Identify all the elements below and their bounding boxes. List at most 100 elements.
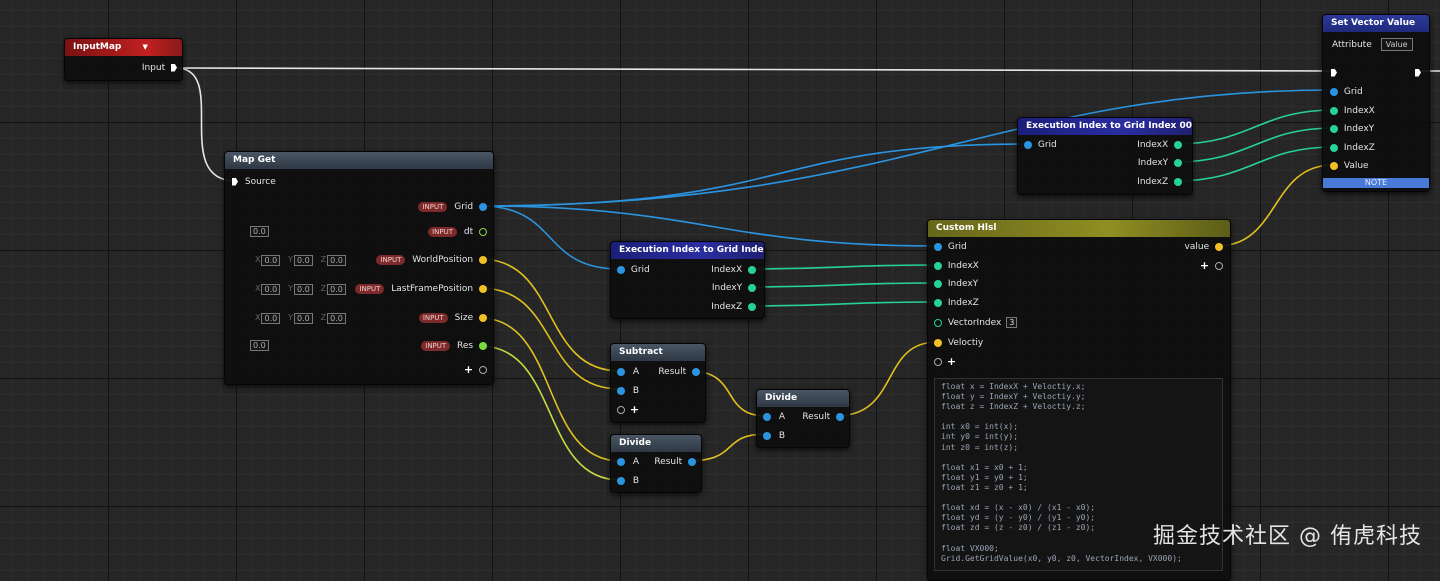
- int-pin-icon[interactable]: [934, 318, 942, 327]
- last-pos-y-field[interactable]: 0.0: [293, 283, 313, 295]
- float3-pin-icon[interactable]: [617, 386, 625, 395]
- map-get-out-last-pos[interactable]: INPUT LastFramePosition: [355, 283, 487, 295]
- int-pin-icon[interactable]: [1174, 158, 1182, 167]
- divide-b-header[interactable]: Divide: [757, 390, 849, 407]
- last-pos-z-field[interactable]: 0.0: [327, 283, 346, 295]
- int-pin-icon[interactable]: [748, 302, 756, 311]
- subtract-in-b[interactable]: B: [617, 385, 639, 397]
- exec-index-a-out-x[interactable]: IndexX: [711, 264, 756, 276]
- exec-index-a-out-y[interactable]: IndexY: [712, 282, 756, 294]
- node-subtract[interactable]: Subtract A Result B +: [610, 343, 706, 423]
- custom-hlsl-in-z[interactable]: IndexZ: [934, 297, 979, 309]
- plus-icon[interactable]: +: [630, 403, 639, 416]
- input-map-out-pin[interactable]: Input: [142, 62, 177, 74]
- custom-hlsl-header[interactable]: Custom Hlsl: [928, 220, 1230, 237]
- custom-hlsl-add-output[interactable]: +: [1200, 260, 1223, 273]
- float3-pin-icon[interactable]: [763, 431, 771, 440]
- last-pos-x-field[interactable]: 0.0: [261, 283, 281, 295]
- custom-hlsl-in-vector-index[interactable]: VectorIndex 3: [934, 317, 1018, 329]
- exec-index-a-in-grid[interactable]: Grid: [617, 264, 650, 276]
- exec-pin-icon[interactable]: [1331, 68, 1337, 77]
- map-get-add-pin[interactable]: +: [464, 364, 487, 377]
- vector-pin-icon[interactable]: [617, 265, 625, 274]
- set-vector-header[interactable]: Set Vector Value: [1323, 15, 1429, 32]
- exec-index-b-in-grid[interactable]: Grid: [1024, 139, 1057, 151]
- int-pin-icon[interactable]: [934, 298, 942, 307]
- int-pin-icon[interactable]: [1330, 124, 1338, 133]
- float3-pin-icon[interactable]: [617, 476, 625, 485]
- map-get-source-pin[interactable]: Source: [232, 176, 276, 188]
- set-vector-exec-out[interactable]: [1415, 67, 1421, 79]
- map-get-size-default[interactable]: X 0.0 Y 0.0 Z 0.0: [250, 312, 346, 325]
- world-pos-x-field[interactable]: 0.0: [261, 254, 281, 266]
- exec-index-b-out-z[interactable]: IndexZ: [1137, 176, 1182, 188]
- map-get-world-pos-default[interactable]: X 0.0 Y 0.0 Z 0.0: [250, 254, 346, 267]
- node-set-vector-value[interactable]: Set Vector Value Attribute Value Grid In…: [1322, 14, 1430, 192]
- float3-pin-icon[interactable]: [1330, 161, 1338, 170]
- set-vector-in-value[interactable]: Value: [1330, 160, 1369, 172]
- divide-a-header[interactable]: Divide: [611, 435, 701, 452]
- node-exec-index-a[interactable]: Execution Index to Grid Index Grid Index…: [610, 241, 765, 319]
- custom-hlsl-in-x[interactable]: IndexX: [934, 260, 979, 272]
- map-get-out-res[interactable]: INPUT Res: [421, 340, 487, 352]
- size-z-field[interactable]: 0.0: [327, 312, 346, 324]
- res-value-field[interactable]: 0.0: [250, 340, 269, 351]
- set-vector-in-grid[interactable]: Grid: [1330, 86, 1363, 98]
- vector-pin-icon[interactable]: [1024, 140, 1032, 149]
- divide-a-in-a[interactable]: A: [617, 456, 639, 468]
- int-pin-icon[interactable]: [1330, 143, 1338, 152]
- node-divide-a[interactable]: Divide A Result B: [610, 434, 702, 493]
- float3-pin-icon[interactable]: [692, 367, 700, 376]
- exec-pin-icon[interactable]: [232, 177, 238, 186]
- exec-pin-icon[interactable]: [171, 63, 177, 72]
- world-pos-z-field[interactable]: 0.0: [327, 254, 346, 266]
- vector-pin-icon[interactable]: [479, 202, 487, 211]
- chevron-down-icon[interactable]: ▼: [143, 43, 148, 51]
- int-pin-icon[interactable]: [748, 265, 756, 274]
- node-input-map[interactable]: InputMap ▼ Input: [64, 38, 183, 81]
- map-get-out-grid[interactable]: INPUT Grid: [418, 201, 487, 213]
- int-pin-icon[interactable]: [748, 283, 756, 292]
- dt-value-field[interactable]: 0.0: [250, 226, 269, 237]
- add-pin-icon[interactable]: [934, 358, 942, 366]
- node-exec-index-b[interactable]: Execution Index to Grid Index 001 Grid I…: [1017, 117, 1193, 195]
- divide-b-in-b[interactable]: B: [763, 430, 785, 442]
- float-pin-icon[interactable]: [479, 227, 487, 236]
- add-pin-icon[interactable]: [1215, 262, 1223, 270]
- divide-b-out-result[interactable]: Result: [802, 411, 844, 423]
- float3-pin-icon[interactable]: [479, 255, 487, 264]
- int-pin-icon[interactable]: [934, 261, 942, 270]
- custom-hlsl-in-velocity[interactable]: Veloctiy: [934, 337, 983, 349]
- subtract-in-a[interactable]: A: [617, 366, 639, 378]
- subtract-header[interactable]: Subtract: [611, 344, 705, 361]
- float3-pin-icon[interactable]: [617, 457, 625, 466]
- vector-index-field[interactable]: 3: [1006, 317, 1018, 328]
- attribute-value-field[interactable]: Value: [1380, 38, 1413, 51]
- vector-pin-icon[interactable]: [934, 242, 942, 251]
- divide-a-out-result[interactable]: Result: [654, 456, 696, 468]
- float3-pin-icon[interactable]: [763, 412, 771, 421]
- exec-index-a-out-z[interactable]: IndexZ: [711, 301, 756, 313]
- size-x-field[interactable]: 0.0: [261, 312, 281, 324]
- plus-icon[interactable]: +: [464, 363, 473, 376]
- float3-pin-icon[interactable]: [934, 338, 942, 347]
- divide-a-in-b[interactable]: B: [617, 475, 639, 487]
- size-y-field[interactable]: 0.0: [293, 312, 313, 324]
- exec-index-b-out-y[interactable]: IndexY: [1138, 157, 1182, 169]
- map-get-last-pos-default[interactable]: X 0.0 Y 0.0 Z 0.0: [250, 283, 346, 296]
- world-pos-y-field[interactable]: 0.0: [293, 254, 313, 266]
- add-pin-icon[interactable]: [617, 406, 625, 414]
- subtract-add-pin[interactable]: +: [617, 404, 639, 417]
- int-pin-icon[interactable]: [1174, 140, 1182, 149]
- int-pin-icon[interactable]: [934, 279, 942, 288]
- custom-hlsl-in-y[interactable]: IndexY: [934, 278, 978, 290]
- int-pin-icon[interactable]: [1174, 177, 1182, 186]
- custom-hlsl-in-grid[interactable]: Grid: [934, 241, 967, 253]
- exec-index-b-out-x[interactable]: IndexX: [1137, 139, 1182, 151]
- node-divide-b[interactable]: Divide A Result B: [756, 389, 850, 448]
- float3-pin-icon[interactable]: [1215, 242, 1223, 251]
- int-pin-icon[interactable]: [1330, 106, 1338, 115]
- custom-hlsl-add-input[interactable]: +: [934, 356, 956, 369]
- custom-hlsl-out-value[interactable]: value: [1185, 241, 1223, 253]
- exec-index-b-header[interactable]: Execution Index to Grid Index 001: [1018, 118, 1192, 135]
